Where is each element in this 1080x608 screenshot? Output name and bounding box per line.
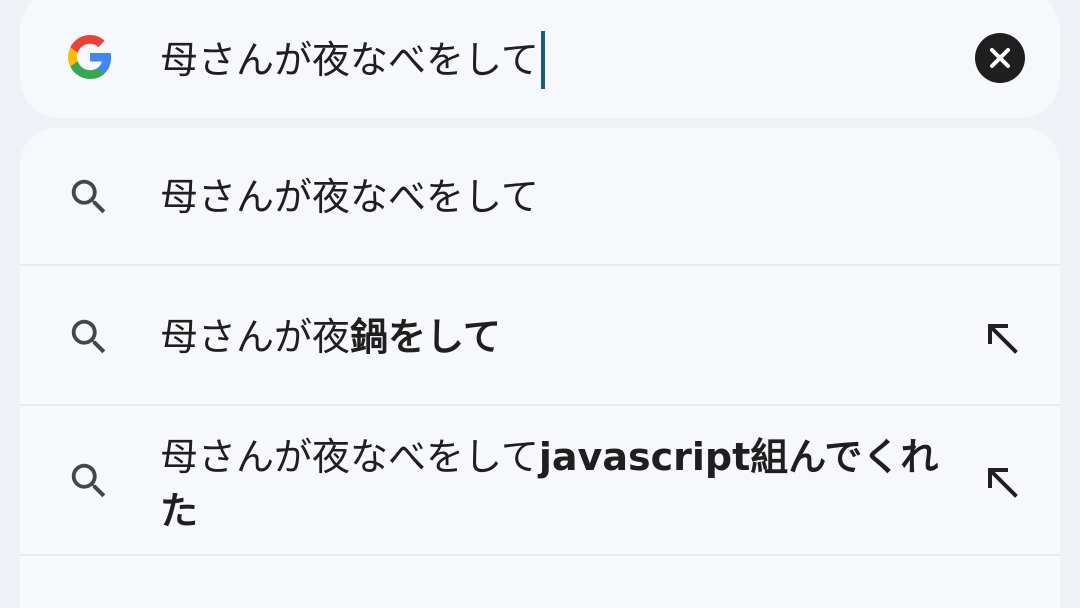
search-icon [71, 319, 106, 354]
suggestion-bold-text: 鍋をして [350, 315, 501, 359]
close-icon [990, 48, 1010, 68]
suggestion-text: 母さんが夜なべをしてjavascript組んでくれた [160, 430, 950, 538]
suggestion-item[interactable] [20, 556, 1060, 608]
suggestion-plain-text: 母さんが夜なべをして [160, 175, 539, 219]
suggestion-text: 母さんが夜なべをして [160, 172, 539, 222]
suggestion-item[interactable]: 母さんが夜なべをして [20, 128, 1060, 266]
arrow-up-left-icon[interactable] [982, 462, 1022, 502]
suggestions-list: 母さんが夜なべをして 母さんが夜鍋をして 母さんが夜なべをしてjavascrip… [20, 128, 1060, 608]
suggestion-item[interactable]: 母さんが夜なべをしてjavascript組んでくれた [20, 406, 1060, 556]
clear-search-button[interactable] [975, 33, 1025, 83]
search-icon [71, 179, 106, 214]
text-caret [540, 31, 545, 89]
suggestion-item[interactable]: 母さんが夜鍋をして [20, 266, 1060, 406]
search-icon [71, 463, 106, 498]
suggestion-text: 母さんが夜鍋をして [160, 312, 501, 362]
search-input[interactable]: 母さんが夜なべをして [160, 31, 545, 89]
search-bar[interactable]: 母さんが夜なべをして [20, 0, 1060, 118]
suggestion-plain-text: 母さんが夜なべをして [160, 435, 539, 479]
suggestion-plain-text: 母さんが夜 [160, 315, 351, 359]
arrow-up-left-icon[interactable] [982, 318, 1022, 358]
google-g-icon [68, 35, 112, 79]
search-query-text[interactable]: 母さんが夜なべをして [160, 35, 539, 85]
